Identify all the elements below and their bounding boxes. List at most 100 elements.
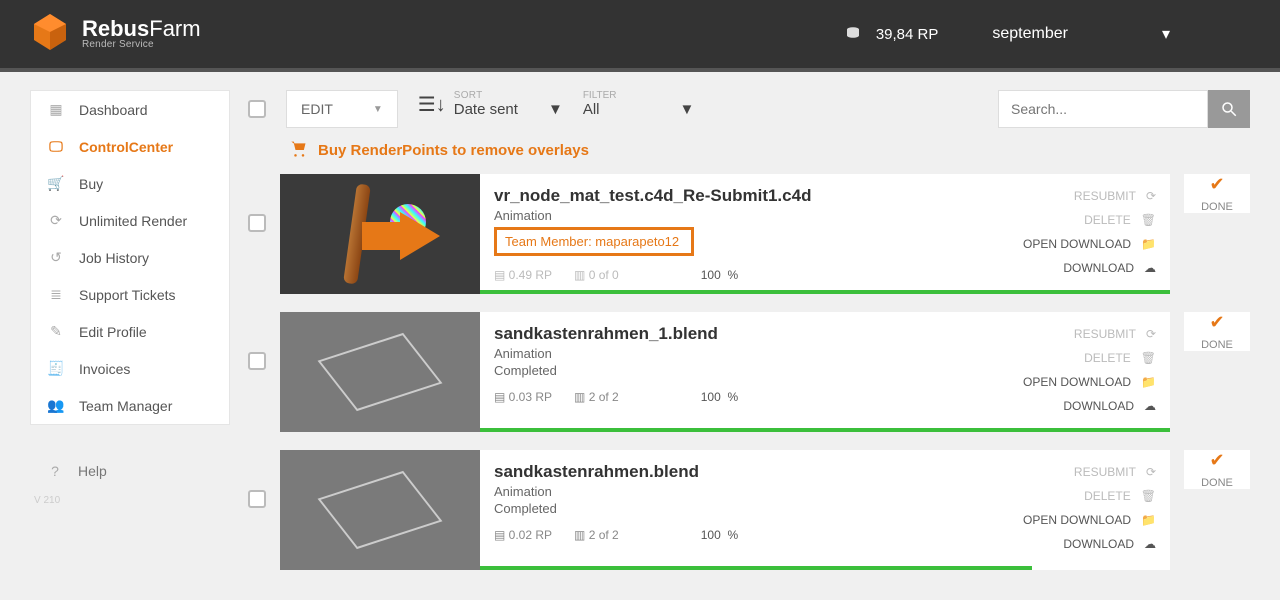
brand-tagline: Render Service: [82, 40, 201, 50]
brand-logo[interactable]: RebusFarm Render Service: [30, 12, 201, 57]
job-card: sandkastenrahmen.blend Animation Complet…: [280, 450, 1170, 570]
sidebar-item-label: Job History: [79, 250, 149, 266]
download-button[interactable]: DOWNLOAD: [1063, 261, 1134, 275]
sidebar-item-help[interactable]: ?Help: [30, 453, 230, 489]
resubmit-button[interactable]: RESUBMIT: [1074, 189, 1136, 203]
cycle-icon: ⟳: [47, 212, 65, 229]
chevron-down-icon: ▾: [1162, 24, 1170, 44]
open-download-button[interactable]: OPEN DOWNLOAD: [1023, 513, 1131, 527]
download-button[interactable]: DOWNLOAD: [1063, 399, 1134, 413]
job-checkbox[interactable]: [248, 352, 266, 370]
job-cost: 0.03 RP: [509, 390, 552, 404]
chevron-down-icon: ▼: [548, 101, 563, 118]
buy-renderpoints-link[interactable]: Buy RenderPoints to remove overlays: [288, 140, 1250, 160]
job-cost: 0.49 RP: [509, 268, 552, 282]
trash-icon[interactable]: 🗑: [1141, 213, 1156, 227]
filter-dropdown[interactable]: FILTER All▼: [583, 90, 695, 118]
done-label: DONE: [1201, 339, 1233, 351]
cart-icon: 🛒: [47, 175, 65, 192]
sort-value: Date sent: [454, 101, 518, 118]
done-badge[interactable]: ✔ DONE: [1184, 312, 1250, 351]
brand-sub: Farm: [149, 16, 200, 41]
job-card: sandkastenrahmen_1.blend Animation Compl…: [280, 312, 1170, 432]
job-progress: 100 %: [701, 528, 738, 542]
annotation-arrow-icon: [400, 212, 440, 260]
download-button[interactable]: DOWNLOAD: [1063, 537, 1134, 551]
refresh-icon[interactable]: ⟳: [1146, 189, 1156, 203]
filter-label: FILTER: [583, 90, 695, 101]
done-badge[interactable]: ✔ DONE: [1184, 450, 1250, 489]
resubmit-button[interactable]: RESUBMIT: [1074, 327, 1136, 341]
delete-button[interactable]: DELETE: [1084, 351, 1131, 365]
coins-icon: [844, 25, 862, 43]
delete-button[interactable]: DELETE: [1084, 213, 1131, 227]
progress-bar: [480, 566, 1032, 570]
sidebar-item-buy[interactable]: 🛒Buy: [31, 165, 229, 202]
job-checkbox[interactable]: [248, 214, 266, 232]
folder-icon[interactable]: 📁: [1141, 375, 1156, 389]
cart-icon: [288, 140, 308, 160]
chevron-down-icon: ▼: [679, 101, 694, 118]
app-header: RebusFarm Render Service 39,84 RP septem…: [0, 0, 1280, 72]
balance-display[interactable]: 39,84 RP: [844, 25, 939, 43]
done-label: DONE: [1201, 201, 1233, 213]
sidebar-item-tickets[interactable]: ≣Support Tickets: [31, 276, 229, 313]
sidebar-item-invoices[interactable]: 🧾Invoices: [31, 350, 229, 387]
job-row: vr_node_mat_test.c4d_Re-Submit1.c4d Anim…: [248, 174, 1250, 294]
refresh-icon[interactable]: ⟳: [1146, 327, 1156, 341]
monitor-icon: 🖵: [47, 138, 65, 155]
open-download-button[interactable]: OPEN DOWNLOAD: [1023, 237, 1131, 251]
refresh-icon[interactable]: ⟳: [1146, 465, 1156, 479]
job-cost: 0.02 RP: [509, 528, 552, 542]
sort-icon: ☰↓: [418, 92, 446, 117]
app-version: V 210: [30, 489, 230, 512]
cloud-download-icon[interactable]: ☁: [1144, 261, 1156, 275]
search-input[interactable]: [998, 90, 1208, 128]
sidebar-item-dashboard[interactable]: ▦Dashboard: [31, 91, 229, 128]
sidebar-item-profile[interactable]: ✎Edit Profile: [31, 313, 229, 350]
trash-icon[interactable]: 🗑: [1141, 489, 1156, 503]
resubmit-button[interactable]: RESUBMIT: [1074, 465, 1136, 479]
user-menu[interactable]: september ▾: [978, 24, 1170, 44]
search-button[interactable]: [1208, 90, 1250, 128]
team-icon: 👥: [47, 397, 65, 414]
sidebar-item-history[interactable]: ↺ Job History: [31, 239, 229, 276]
done-badge[interactable]: ✔ DONE: [1184, 174, 1250, 213]
invoice-icon: 🧾: [47, 360, 65, 377]
edit-dropdown[interactable]: EDIT ▼: [286, 90, 398, 128]
delete-button[interactable]: DELETE: [1084, 489, 1131, 503]
sidebar: ▦Dashboard 🖵ControlCenter 🛒Buy ⟳ Unlimite…: [30, 90, 230, 570]
list-icon: ≣: [47, 286, 65, 303]
sidebar-item-controlcenter[interactable]: 🖵ControlCenter: [31, 128, 229, 165]
job-frames: 2 of 2: [589, 390, 619, 404]
sidebar-item-unlimited[interactable]: ⟳ Unlimited Render: [31, 202, 229, 239]
select-all-checkbox[interactable]: [248, 100, 266, 118]
toolbar: EDIT ▼ ☰↓ SORT Date sent ▼ FILTER All▼: [248, 90, 1250, 128]
check-icon: ✔: [1209, 450, 1224, 471]
progress-bar: [480, 428, 1170, 432]
open-download-button[interactable]: OPEN DOWNLOAD: [1023, 375, 1131, 389]
brand-main: Rebus: [82, 16, 149, 41]
folder-icon[interactable]: 📁: [1141, 237, 1156, 251]
job-list: vr_node_mat_test.c4d_Re-Submit1.c4d Anim…: [248, 174, 1250, 570]
promo-text: Buy RenderPoints to remove overlays: [318, 142, 589, 159]
job-checkbox[interactable]: [248, 490, 266, 508]
job-thumbnail[interactable]: [280, 450, 480, 570]
help-icon: ?: [46, 463, 64, 479]
edit-icon: ✎: [47, 323, 65, 340]
job-actions: RESUBMIT ⟳ DELETE 🗑 OPEN DOWNLOAD 📁 DOWNLOA…: [1023, 322, 1156, 418]
sidebar-item-team[interactable]: 👥Team Manager: [31, 387, 229, 424]
grid-icon: ▦: [47, 101, 65, 118]
cloud-download-icon[interactable]: ☁: [1144, 399, 1156, 413]
sort-label: SORT: [454, 90, 563, 101]
sidebar-item-label: Unlimited Render: [79, 213, 187, 229]
history-icon: ↺: [47, 249, 65, 266]
trash-icon[interactable]: 🗑: [1141, 351, 1156, 365]
job-thumbnail[interactable]: [280, 174, 480, 294]
sort-dropdown[interactable]: ☰↓ SORT Date sent ▼: [418, 90, 563, 118]
cloud-download-icon[interactable]: ☁: [1144, 537, 1156, 551]
job-thumbnail[interactable]: [280, 312, 480, 432]
chevron-down-icon: ▼: [373, 104, 383, 115]
folder-icon[interactable]: 📁: [1141, 513, 1156, 527]
brand-text: RebusFarm Render Service: [82, 18, 201, 50]
